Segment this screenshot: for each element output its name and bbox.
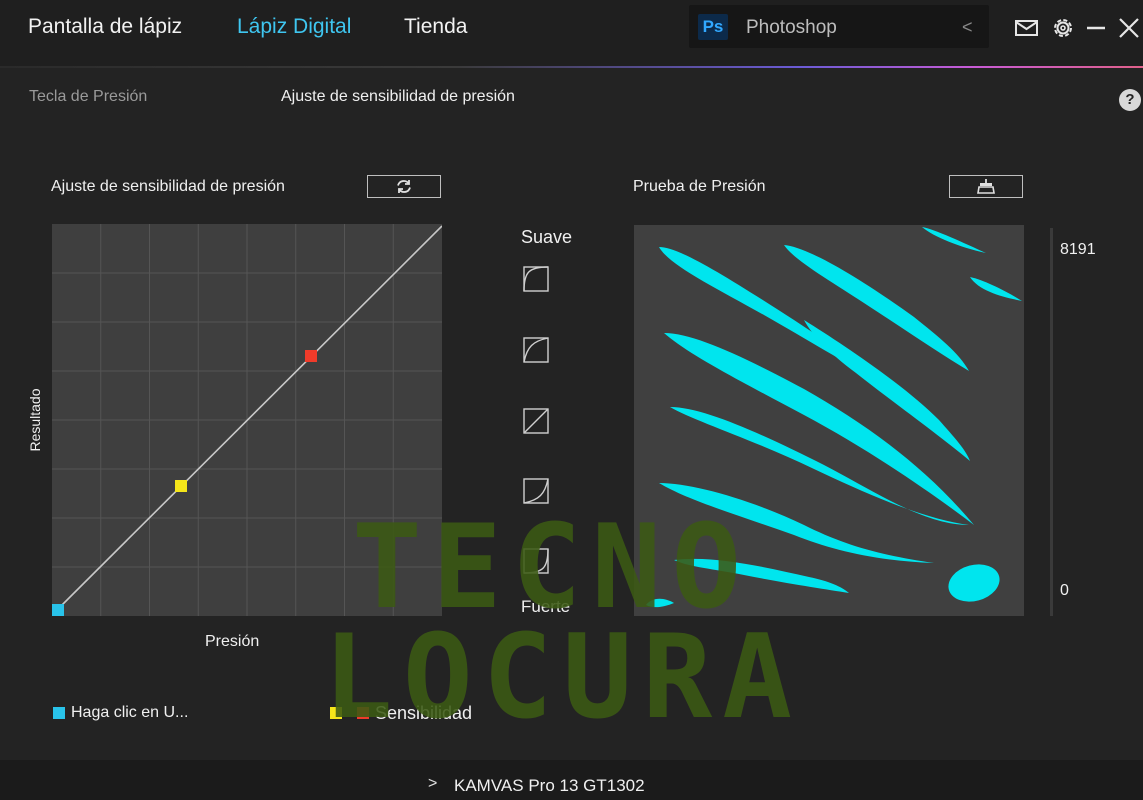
clear-test-button[interactable]: [949, 175, 1023, 198]
application-selector[interactable]: [689, 5, 989, 48]
subtab-pressure-key[interactable]: Tecla de Presión: [29, 88, 147, 106]
chevron-left-icon[interactable]: <: [962, 17, 973, 38]
curve-handle-red[interactable]: [305, 350, 317, 362]
minimize-icon[interactable]: [1084, 12, 1110, 42]
help-button[interactable]: ?: [1119, 89, 1141, 111]
pressure-max-value: 8191: [1060, 241, 1096, 258]
mail-icon[interactable]: [1014, 12, 1040, 42]
legend-item-click: Haga clic en U...: [71, 704, 189, 721]
preset-curve-1-icon[interactable]: [523, 266, 549, 292]
photoshop-icon: Ps: [698, 14, 728, 40]
test-section-title: Prueba de Presión: [633, 178, 766, 195]
tab-digital-pen[interactable]: Lápiz Digital: [237, 15, 351, 39]
pressure-min-value: 0: [1060, 582, 1069, 599]
application-name: Photoshop: [746, 17, 837, 38]
curve-section-title: Ajuste de sensibilidad de presión: [51, 178, 285, 195]
curve-start-handle[interactable]: [52, 604, 64, 616]
settings-icon[interactable]: [1050, 12, 1076, 42]
preset-curve-3-icon[interactable]: [523, 408, 549, 434]
close-icon[interactable]: [1116, 12, 1142, 42]
watermark-line-2: LOCURA: [323, 610, 803, 745]
chevron-right-icon[interactable]: >: [428, 775, 437, 793]
subtab-pressure-sensitivity[interactable]: Ajuste de sensibilidad de presión: [281, 88, 515, 106]
reset-curve-button[interactable]: [367, 175, 441, 198]
top-bar-divider: [0, 66, 1143, 68]
x-axis-label: Presión: [205, 633, 260, 650]
preset-curve-2-icon[interactable]: [523, 337, 549, 363]
tab-pen-display[interactable]: Pantalla de lápiz: [28, 15, 182, 39]
pressure-level-bar: [1050, 228, 1053, 616]
device-name[interactable]: KAMVAS Pro 13 GT1302: [454, 776, 645, 796]
curve-handle-yellow[interactable]: [175, 480, 187, 492]
soft-label: Suave: [521, 227, 573, 247]
legend-start-swatch: [53, 707, 65, 719]
broom-icon: [977, 179, 995, 194]
refresh-icon: [397, 180, 411, 193]
tab-store[interactable]: Tienda: [404, 15, 467, 39]
y-axis-label: Resultado: [27, 388, 43, 452]
